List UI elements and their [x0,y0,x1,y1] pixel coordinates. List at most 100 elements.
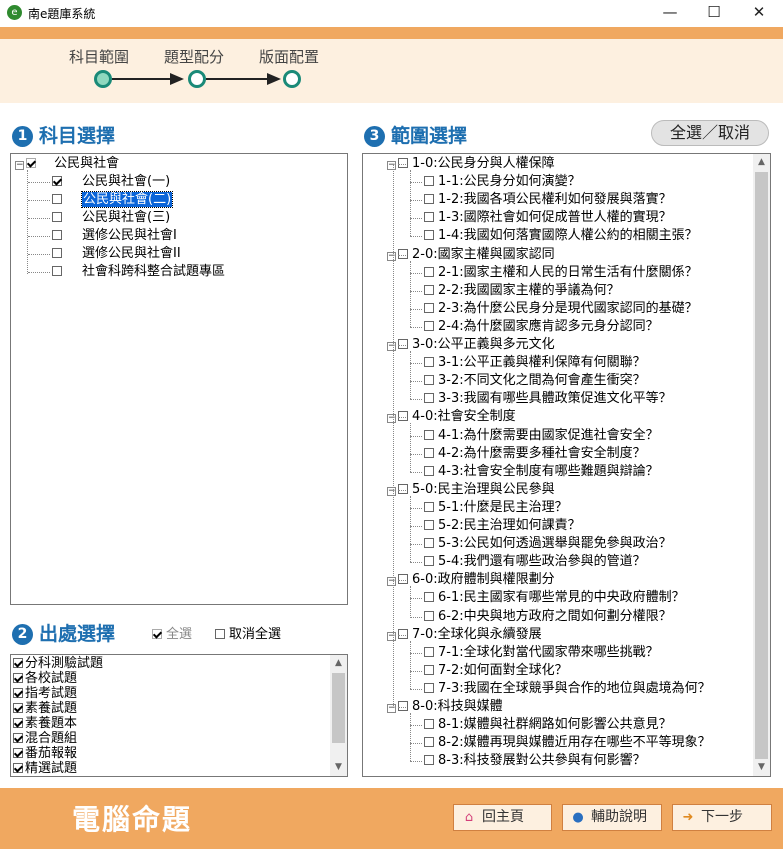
range-item-checkbox[interactable] [424,357,434,368]
subject-item-6[interactable]: 社會科跨科整合試題專區 [52,263,225,281]
source-item-checkbox[interactable] [13,733,23,743]
range-item-row[interactable]: 1-4:我國如何落實國際人權公約的相關主張？ [424,227,698,245]
subject-item-5-checkbox[interactable] [52,248,62,258]
range-item-checkbox[interactable] [424,664,434,675]
subject-item-1-label[interactable]: 公民與社會(一) [82,174,170,189]
range-item-label[interactable]: 6-1:民主國家有哪些常見的中央政府體制？ [438,590,685,605]
range-group-label[interactable]: 6-0:政府體制與權限劃分 [412,572,555,587]
maximize-button[interactable]: ☐ [694,0,734,27]
step-label-subject-range[interactable]: 科目範圍 [69,46,129,67]
source-item-checkbox[interactable] [13,703,23,713]
collapse-icon[interactable]: − [387,631,396,641]
source-item-label[interactable]: 番茄報報 [25,746,77,761]
range-item-row[interactable]: 7-1:全球化對當代國家帶來哪些挑戰？ [424,644,659,662]
range-group-checkbox[interactable] [398,628,408,639]
source-item[interactable]: 番茄報報 [11,746,103,761]
range-item-row[interactable]: 7-3:我國在全球競爭與合作的地位與處境為何？ [424,680,711,698]
source-item-label[interactable]: 各校試題 [25,671,77,686]
range-item-row[interactable]: 4-1:為什麼需要由國家促進社會安全？ [424,427,659,445]
subject-root-row[interactable]: − 公民與社會 [15,155,119,173]
range-item-row[interactable]: 3-1:公平正義與權利保障有何關聯？ [424,354,646,372]
range-item-checkbox[interactable] [424,538,434,549]
source-item-label[interactable]: 精選試題 [25,761,77,776]
range-item-checkbox[interactable] [424,375,434,386]
source-item-checkbox[interactable] [13,763,23,773]
range-item-label[interactable]: 2-2:我國國家主權的爭議為何？ [438,283,620,298]
subject-item-3-checkbox[interactable] [52,212,62,222]
source-item-checkbox[interactable] [13,748,23,758]
range-item-row[interactable]: 2-4:為什麼國家應肯認多元身分認同？ [424,318,659,336]
range-item-label[interactable]: 4-2:為什麼需要多種社會安全制度？ [438,446,646,461]
collapse-icon[interactable]: − [15,161,24,170]
range-item-row[interactable]: 7-2:如何面對全球化？ [424,662,568,680]
minimize-button[interactable]: — [650,0,690,27]
range-item-label[interactable]: 8-1:媒體與社群網路如何影響公共意見？ [438,717,672,732]
collapse-icon[interactable]: − [387,161,396,170]
range-item-row[interactable]: 4-2:為什麼需要多種社會安全制度？ [424,445,646,463]
collapse-icon[interactable]: − [387,251,396,261]
subject-item-2-checkbox[interactable] [52,194,62,204]
select-all-checkbox[interactable] [152,629,162,639]
range-toggle-all-button[interactable]: 全選／取消 [651,120,769,146]
range-item-label[interactable]: 1-1:公民身分如何演變？ [438,174,581,189]
source-item-label[interactable]: 素養題本 [25,716,77,731]
source-item[interactable]: 指考試題 [11,686,103,701]
range-item-checkbox[interactable] [424,429,434,440]
range-item-row[interactable]: 5-2:民主治理如何課責？ [424,517,581,535]
range-item-label[interactable]: 2-4:為什麼國家應肯認多元身分認同？ [438,319,659,334]
source-item-label[interactable]: 分科測驗試題 [25,656,103,671]
subject-item-4[interactable]: 選修公民與社會I [52,227,177,245]
subject-root-label[interactable]: 公民與社會 [54,156,119,171]
source-item[interactable]: 素養題本 [11,716,103,731]
range-group-checkbox[interactable] [398,248,408,259]
range-scroll-thumb[interactable] [755,172,768,759]
range-item-label[interactable]: 7-1:全球化對當代國家帶來哪些挑戰？ [438,645,659,660]
range-item-checkbox[interactable] [424,646,434,657]
source-item-checkbox[interactable] [13,688,23,698]
select-all-sources[interactable]: 全選 [152,623,192,642]
collapse-icon[interactable]: − [387,414,396,424]
range-group-label[interactable]: 5-0:民主治理與公民參與 [412,482,555,497]
range-group-checkbox[interactable] [398,339,408,349]
scroll-down-icon[interactable]: ▼ [753,759,770,776]
subject-item-1-checkbox[interactable] [52,176,62,186]
range-item-label[interactable]: 8-3:科技發展對公共參與有何影響？ [438,753,646,768]
range-item-row[interactable]: 8-2:媒體再現與媒體近用存在哪些不平等現象？ [424,734,711,752]
range-item-row[interactable]: 3-3:我國有哪些具體政策促進文化平等？ [424,390,672,408]
range-item-checkbox[interactable] [424,447,434,458]
range-item-row[interactable]: 1-1:公民身分如何演變？ [424,173,581,191]
subject-item-4-label[interactable]: 選修公民與社會I [82,228,177,243]
range-group-checkbox[interactable] [398,411,408,422]
source-scroll-thumb[interactable] [332,673,345,743]
range-group-checkbox[interactable] [398,158,408,168]
range-item-checkbox[interactable] [424,266,434,277]
range-item-label[interactable]: 1-3:國際社會如何促成普世人權的實現？ [438,210,672,225]
range-item-checkbox[interactable] [424,230,434,241]
range-item-label[interactable]: 5-2:民主治理如何課責？ [438,518,581,533]
range-item-row[interactable]: 8-3:科技發展對公共參與有何影響？ [424,752,646,770]
range-group-label[interactable]: 4-0:社會安全制度 [412,409,516,424]
step-label-question-type[interactable]: 題型配分 [164,46,224,67]
select-all-label[interactable]: 全選 [166,627,192,642]
range-item-row[interactable]: 5-4:我們還有哪些政治參與的管道？ [424,553,646,571]
range-scrollbar[interactable]: ▲ ▼ [753,154,770,776]
range-item-label[interactable]: 2-3:為什麼公民身分是現代國家認同的基礎？ [438,301,698,316]
subject-item-6-label[interactable]: 社會科跨科整合試題專區 [82,264,225,279]
range-item-label[interactable]: 4-1:為什麼需要由國家促進社會安全？ [438,428,659,443]
subject-item-3[interactable]: 公民與社會(三) [52,209,170,227]
range-item-checkbox[interactable] [424,520,434,530]
range-group-row[interactable]: − 3-0:公平正義與多元文化 [387,336,555,354]
scroll-down-icon[interactable]: ▼ [330,759,347,776]
range-group-label[interactable]: 1-0:公民身分與人權保障 [412,156,555,171]
source-scrollbar[interactable]: ▲ ▼ [330,655,347,776]
range-item-row[interactable]: 2-1:國家主權和人民的日常生活有什麼關係？ [424,264,698,282]
range-group-row[interactable]: − 4-0:社會安全制度 [387,408,516,426]
source-item[interactable]: 分科測驗試題 [11,656,103,671]
source-item[interactable]: 素養試題 [11,701,103,716]
range-group-row[interactable]: − 6-0:政府體制與權限劃分 [387,571,555,589]
subject-tree[interactable]: − 公民與社會 公民與社會(一) 公民與社會(二) 公民與社會(三) 選修公民與… [10,153,348,605]
range-group-row[interactable]: − 2-0:國家主權與國家認同 [387,246,555,264]
range-item-checkbox[interactable] [424,393,434,404]
collapse-icon[interactable]: − [387,704,396,713]
range-item-label[interactable]: 5-3:公民如何透過選舉與罷免參與政治？ [438,536,672,551]
